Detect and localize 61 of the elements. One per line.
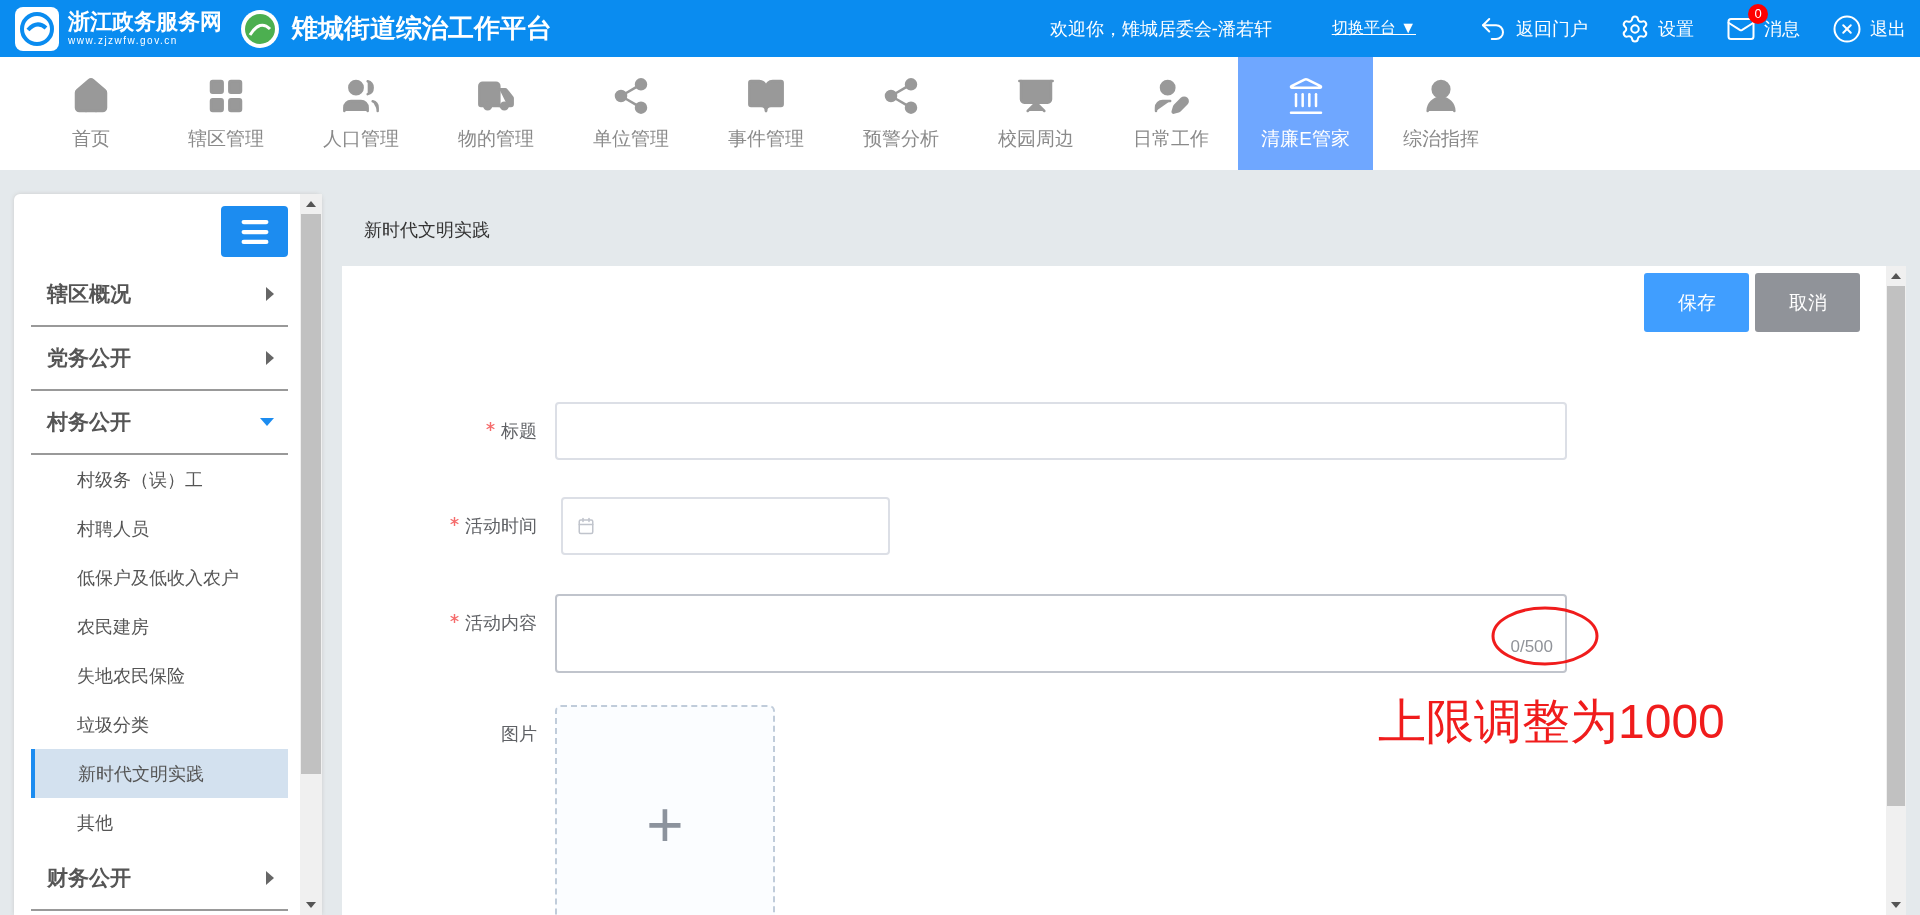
sidebar-item[interactable]: 其他 [31,798,288,847]
sidebar-section[interactable]: 党务公开 [31,327,288,391]
title-input[interactable] [555,402,1567,460]
sidebar-item[interactable]: 村级务（误）工 [31,455,288,504]
sidebar-item[interactable]: 低保户及低收入农户 [31,553,288,602]
caret-right-icon [266,287,274,301]
platform-logo-icon [240,8,280,49]
sidebar-item[interactable]: 垃圾分类 [31,700,288,749]
date-field[interactable] [561,497,890,555]
field-label: 标题 [342,402,555,460]
sidebar-section[interactable]: 财务公开 [31,847,288,911]
nav-tab[interactable]: 首页 [23,57,158,170]
header-action[interactable]: 0 消息 [1726,3,1800,48]
nav-tab[interactable]: 辖区管理 [158,57,293,170]
scrollbar[interactable] [1886,266,1906,915]
switch-platform-link[interactable]: 切换平台 ▼ [1331,18,1416,39]
sidebar-item[interactable]: 村聘人员 [31,504,288,553]
nav-tab[interactable]: 清廉E管家 [1238,57,1373,170]
portal-url: www.zjzwfw.gov.cn [68,36,179,46]
content-textarea[interactable]: 0/500 [555,594,1567,673]
upload-button[interactable]: + [555,705,775,915]
nav-tab[interactable]: 预警分析 [833,57,968,170]
caret-right-icon [266,871,274,885]
annotation-note: 上限调整为1000 [1378,694,1725,750]
portal-logo-icon [14,5,60,52]
sidebar-section[interactable]: 辖区概况 [31,263,288,327]
caret-down-icon [260,418,274,426]
nav-tab[interactable]: 日常工作 [1103,57,1238,170]
nav-tab[interactable]: 事件管理 [698,57,833,170]
nav-tab[interactable]: 人口管理 [293,57,428,170]
calendar-icon [577,517,595,535]
char-counter: 0/500 [1510,637,1553,657]
field-label: 活动时间 [342,497,555,555]
header-action[interactable]: 返回门户 [1478,13,1588,44]
scroll-down-icon[interactable] [1891,902,1901,908]
header-action[interactable]: 退出 [1832,13,1906,44]
field-label: 图片 [500,723,538,746]
sidebar-item[interactable]: 农民建房 [31,602,288,651]
caret-right-icon [266,351,274,365]
portal-name: 浙江政务服务网 [68,11,222,33]
page-title: 新时代文明实践 [363,219,491,242]
platform-title: 雉城街道综治工作平台 [292,12,552,45]
welcome-text: 欢迎你，雉城居委会-潘若轩 [1049,17,1272,41]
field-label: 活动内容 [342,594,555,652]
scrollbar[interactable] [300,194,322,915]
close-icon [1832,13,1862,44]
nav-tab[interactable]: 单位管理 [563,57,698,170]
scroll-up-icon[interactable] [1891,273,1901,279]
scroll-down-icon[interactable] [306,902,316,908]
nav-tab[interactable]: 物的管理 [428,57,563,170]
scroll-up-icon[interactable] [306,201,316,207]
save-button[interactable]: 保存 [1644,273,1749,332]
nav-tab[interactable]: 校园周边 [968,57,1103,170]
nav-tab[interactable]: 综治指挥 [1373,57,1508,170]
settings-icon [1620,13,1650,44]
sidebar-section[interactable]: 村务公开 [31,391,288,455]
sidebar-item[interactable]: 新时代文明实践 [31,749,288,798]
menu-button[interactable] [221,206,288,257]
header-action[interactable]: 设置 [1620,13,1694,44]
cancel-button[interactable]: 取消 [1755,273,1860,332]
sidebar-item[interactable]: 失地农民保险 [31,651,288,700]
